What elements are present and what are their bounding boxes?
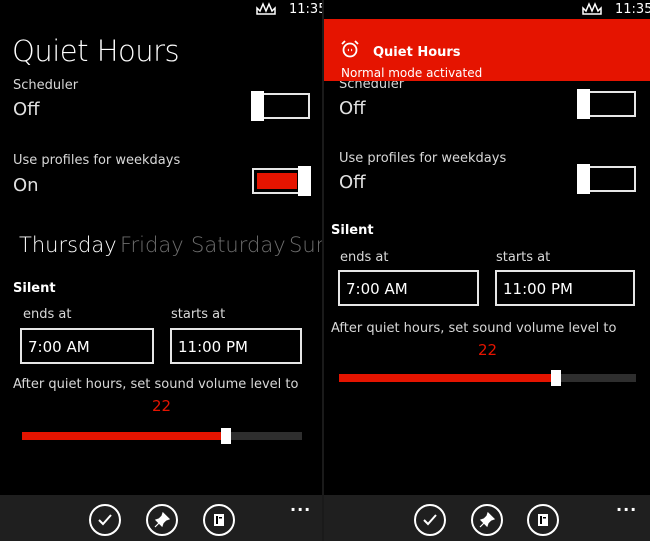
pivot-friday[interactable]: Friday — [120, 233, 184, 257]
starts-at-label: starts at — [171, 307, 226, 322]
volume-value: 22 — [152, 397, 172, 415]
scheduler-toggle[interactable] — [251, 91, 310, 121]
volume-slider[interactable] — [339, 370, 636, 386]
battery-saver-icon — [256, 2, 276, 15]
volume-slider-thumb[interactable] — [221, 428, 232, 444]
volume-value: 22 — [478, 341, 498, 359]
toast-title: Quiet Hours — [373, 45, 461, 60]
pivot-thursday[interactable]: Thursday — [19, 233, 117, 257]
pin-icon — [479, 512, 495, 528]
toggle-knob — [577, 164, 590, 194]
app-bar: ... — [324, 495, 650, 541]
toggle-knob — [298, 166, 311, 196]
ends-at-label: ends at — [23, 307, 72, 322]
pin-button[interactable] — [471, 504, 503, 536]
page-title: Quiet Hours — [12, 34, 180, 68]
scheduler-value: Off — [13, 99, 40, 120]
app-bar: ... — [0, 495, 322, 541]
scheduler-toggle[interactable] — [577, 89, 636, 119]
toggle-knob — [251, 91, 264, 121]
profiles-label: Use profiles for weekdays — [13, 153, 181, 168]
ends-at-field[interactable]: 7:00 AM — [338, 270, 479, 306]
profiles-button[interactable] — [203, 504, 235, 536]
volume-label: After quiet hours, set sound volume leve… — [331, 321, 617, 336]
check-icon — [98, 514, 112, 526]
volume-slider-thumb[interactable] — [550, 370, 561, 386]
profiles-value: On — [13, 175, 39, 196]
scheduler-value: Off — [339, 98, 366, 119]
starts-at-field[interactable]: 11:00 PM — [495, 270, 635, 306]
volume-slider[interactable] — [22, 428, 302, 444]
book-icon — [214, 514, 224, 526]
right-phone-screen: 11:35 Scheduler Off Use profiles for wee… — [324, 0, 650, 541]
status-time: 11:35 — [289, 2, 322, 17]
pivot-saturday[interactable]: Saturday — [191, 233, 286, 257]
battery-saver-icon — [582, 2, 602, 15]
profiles-label: Use profiles for weekdays — [339, 151, 507, 166]
save-button[interactable] — [89, 504, 121, 536]
book-icon — [538, 514, 548, 526]
section-silent: Silent — [13, 281, 56, 296]
profiles-toggle[interactable] — [252, 166, 311, 196]
section-silent: Silent — [331, 223, 374, 238]
more-button[interactable]: ... — [290, 496, 311, 515]
alarm-clock-icon — [341, 40, 359, 58]
pivot-sunday[interactable]: Sur — [289, 233, 322, 257]
toggle-fill — [257, 173, 297, 189]
save-button[interactable] — [414, 504, 446, 536]
profiles-value: Off — [339, 172, 366, 193]
pin-icon — [154, 512, 170, 528]
volume-slider-fill — [22, 432, 227, 440]
check-icon — [423, 514, 437, 526]
more-button[interactable]: ... — [616, 496, 637, 515]
toggle-knob — [577, 89, 590, 119]
volume-label: After quiet hours, set sound volume leve… — [13, 377, 299, 392]
left-phone-screen: 11:35 Quiet Hours Scheduler Off Use prof… — [0, 0, 322, 541]
status-time: 11:35 — [615, 2, 650, 17]
profiles-toggle[interactable] — [577, 164, 636, 194]
profiles-button[interactable] — [527, 504, 559, 536]
volume-slider-fill — [339, 374, 556, 382]
scheduler-label: Scheduler — [13, 78, 79, 93]
pin-button[interactable] — [146, 504, 178, 536]
ends-at-field[interactable]: 7:00 AM — [20, 328, 154, 364]
toast-notification[interactable]: Quiet Hours Normal mode activated — [324, 19, 650, 81]
starts-at-field[interactable]: 11:00 PM — [170, 328, 302, 364]
toast-message: Normal mode activated — [341, 66, 483, 80]
starts-at-label: starts at — [496, 250, 551, 265]
ends-at-label: ends at — [340, 250, 389, 265]
